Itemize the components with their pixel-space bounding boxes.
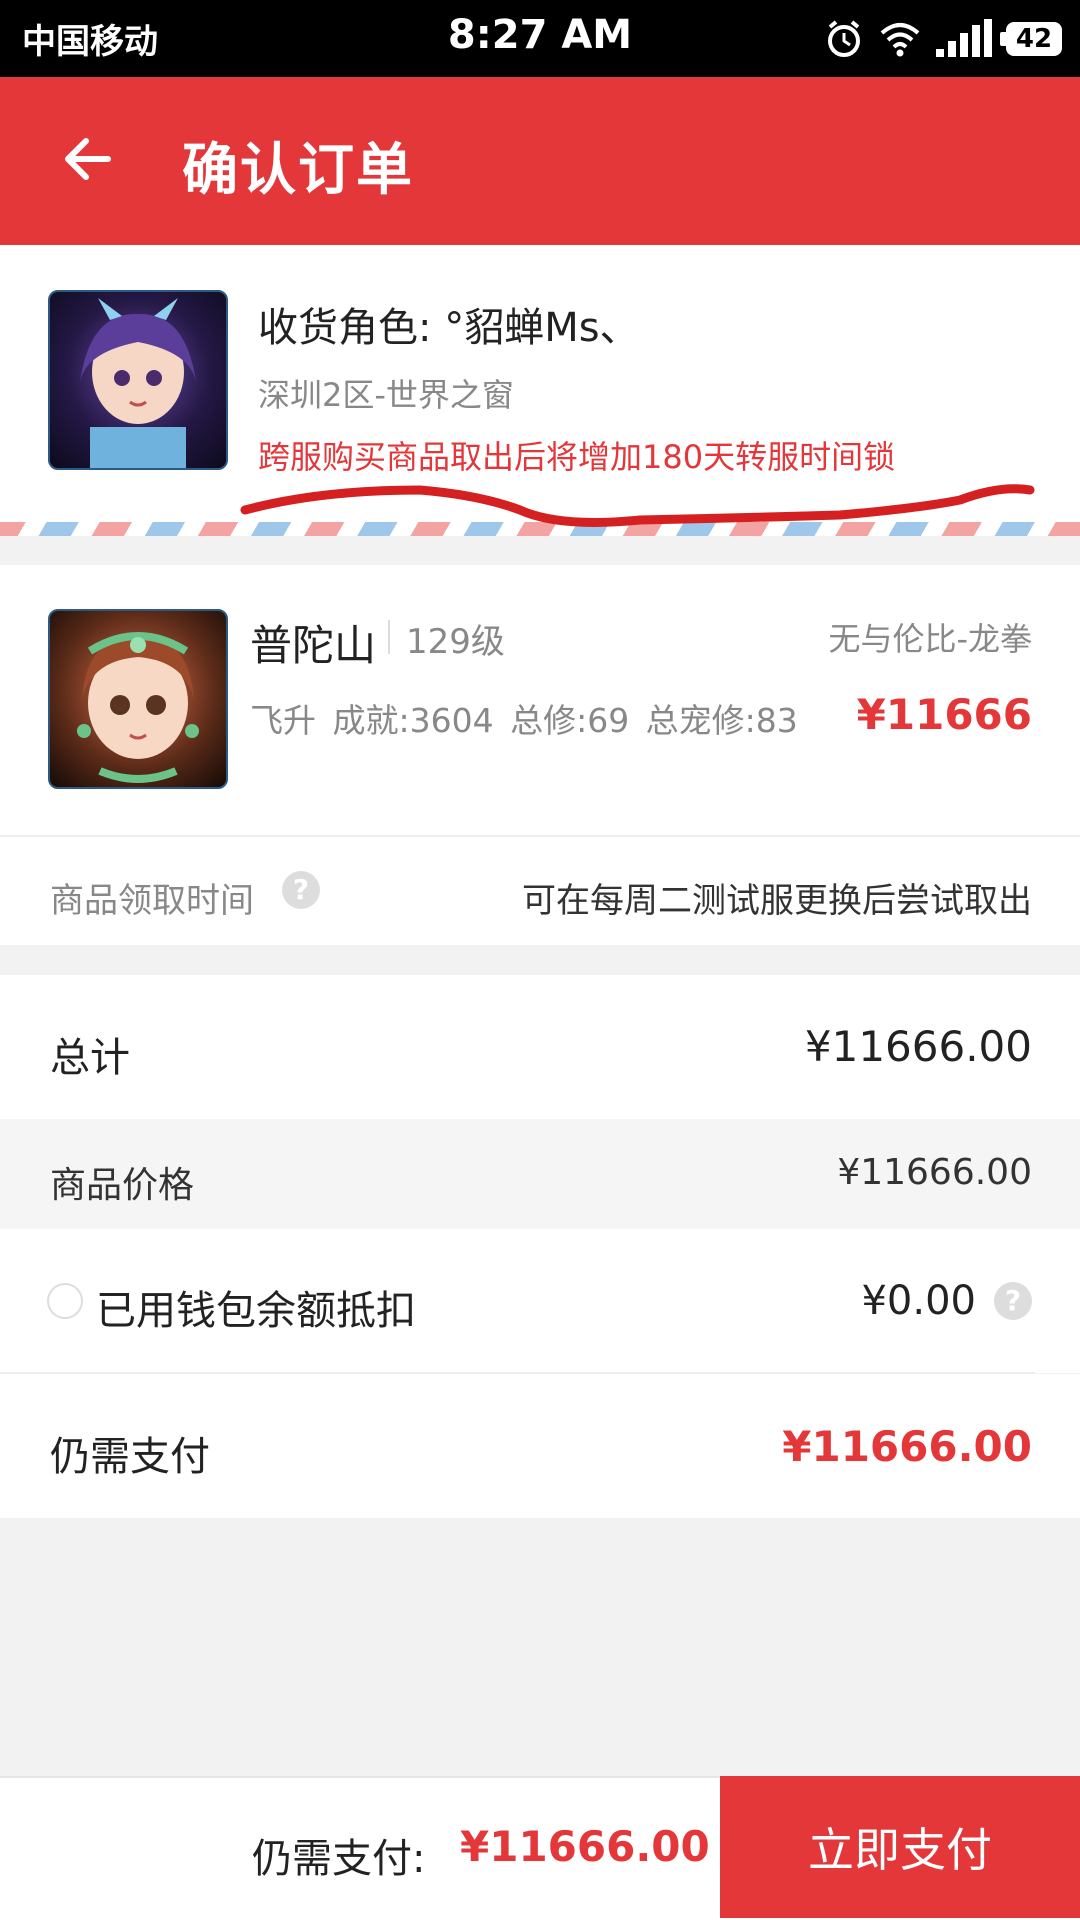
wifi-icon [880,23,920,57]
character-level: 129级 [406,622,505,662]
item-price-label: 商品价格 [50,1165,195,1206]
character-stats: 飞升 成就:3604 总修:69 总宠修:83 [250,701,798,740]
pickup-time-label: 商品领取时间 [50,881,254,921]
status-bar: 中国移动 8:27 AM 42 [0,0,1080,77]
recipient-server: 深圳2区-世界之窗 [258,376,514,414]
status-icons: 42 [824,14,1062,64]
total-label: 总计 [50,1035,130,1081]
wallet-deduction-radio[interactable] [47,1283,83,1319]
cross-server-warning: 跨服购买商品取出后将增加180天转服时间锁 [258,438,896,476]
total-value: ¥11666.00 [804,1022,1032,1071]
character-price: ¥11666 [856,690,1032,739]
pay-now-button[interactable]: 立即支付 [720,1776,1080,1918]
pickup-time-value: 可在每周二测试服更换后尝试取出 [522,881,1032,921]
wallet-help-icon[interactable]: ? [994,1282,1032,1320]
back-arrow-icon[interactable] [58,129,118,189]
bottom-due-value: ¥11666.00 [460,1822,710,1871]
signal-icon [936,19,992,57]
pickup-help-icon[interactable]: ? [282,871,320,909]
character-tag: 无与伦比-龙拳 [828,620,1032,658]
amount-due-label: 仍需支付 [50,1434,210,1480]
wallet-deduction-value: ¥0.00 [861,1278,976,1324]
battery-icon: 42 [1000,22,1062,56]
bottom-due-label: 仍需支付: [252,1836,426,1882]
recipient-avatar [48,290,228,470]
envelope-stripe-divider [0,522,1080,536]
alarm-icon [828,20,860,57]
page-title: 确认订单 [182,138,414,203]
amount-due-value: ¥11666.00 [782,1422,1032,1471]
wallet-deduction-label: 已用钱包余额抵扣 [96,1288,416,1334]
item-price-value: ¥11666.00 [837,1152,1032,1193]
character-avatar [48,609,228,789]
app-header: 确认订单 [0,77,1080,245]
school-level-separator [388,620,390,654]
recipient-title: 收货角色: °貂蝉Ms、 [258,305,640,351]
character-school: 普陀山 [250,621,377,670]
